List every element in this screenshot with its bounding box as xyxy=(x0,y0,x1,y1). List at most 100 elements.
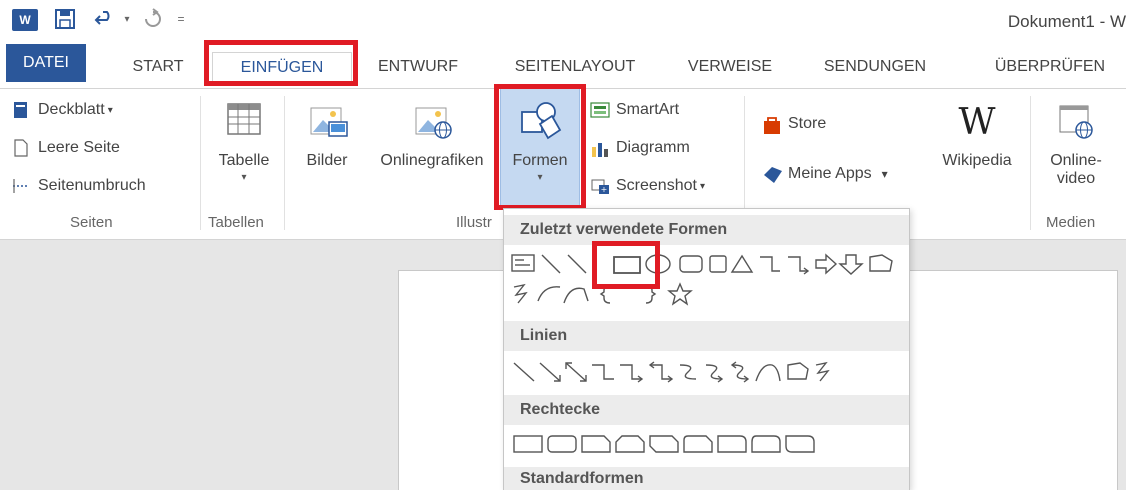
freeform-shape[interactable] xyxy=(787,362,809,380)
wikipedia-button[interactable]: W Wikipedia xyxy=(930,100,1024,170)
group-label-medien: Medien xyxy=(1046,214,1096,231)
online-video-icon xyxy=(1054,100,1098,144)
blank-page-icon xyxy=(12,139,32,157)
rectangle-shape-2[interactable] xyxy=(709,255,727,273)
title-bar: W ▾ = Dokument1 - W xyxy=(0,0,1126,42)
tabelle-dropdown-icon: ▾ xyxy=(241,172,247,183)
word-logo: W xyxy=(12,9,38,31)
store-icon xyxy=(762,115,782,134)
smartart-button[interactable]: SmartArt xyxy=(590,98,679,122)
group-label-illustrationen: Illustr xyxy=(456,214,492,231)
group-label-tabellen: Tabellen xyxy=(208,214,264,231)
leere-seite-label: Leere Seite xyxy=(38,139,120,156)
screenshot-label: Screenshot xyxy=(616,177,697,194)
curved-connector-shape[interactable] xyxy=(679,364,697,380)
tab-start[interactable]: START xyxy=(118,52,198,82)
store-button[interactable]: Store xyxy=(762,112,826,136)
diagramm-label: Diagramm xyxy=(616,139,690,156)
bilder-button[interactable]: Bilder xyxy=(294,100,360,170)
round-single-corner-rectangle-shape[interactable] xyxy=(717,435,747,453)
rectangle-shape[interactable] xyxy=(513,435,543,453)
my-apps-icon xyxy=(762,165,782,183)
lines-header: Linien xyxy=(504,321,909,351)
star-shape[interactable] xyxy=(667,282,693,306)
elbow-arrow-connector-shape[interactable] xyxy=(620,364,644,383)
group-separator xyxy=(200,96,201,230)
scribble-shape[interactable] xyxy=(513,283,528,304)
group-separator xyxy=(284,96,285,230)
diagramm-button[interactable]: Diagramm xyxy=(590,136,690,160)
round-diagonal-rectangle-shape[interactable] xyxy=(785,435,815,453)
down-arrow-shape[interactable] xyxy=(838,254,864,275)
meine-apps-button[interactable]: Meine Apps ▾ xyxy=(762,162,888,186)
undo-icon[interactable] xyxy=(92,6,118,32)
line-shape[interactable] xyxy=(513,362,535,382)
round-same-side-rectangle-shape[interactable] xyxy=(751,435,781,453)
store-label: Store xyxy=(788,115,827,132)
deckblatt-button[interactable]: Deckblatt ▾ xyxy=(12,98,113,122)
online-picture-icon xyxy=(410,100,454,144)
group-label-seiten: Seiten xyxy=(70,214,113,231)
page-break-icon xyxy=(12,177,32,195)
save-icon[interactable] xyxy=(52,6,78,32)
group-separator xyxy=(1030,96,1031,230)
arrow-shape[interactable] xyxy=(539,362,561,382)
highlight-formen xyxy=(494,84,586,210)
onlinevideo-button[interactable]: Online- video xyxy=(1036,100,1116,188)
triangle-shape[interactable] xyxy=(730,254,754,273)
leere-seite-button[interactable]: Leere Seite xyxy=(12,136,120,160)
shapes-dropdown: Zuletzt verwendete Formen Linien Rechtec… xyxy=(503,208,910,490)
curve-shape[interactable] xyxy=(563,287,589,304)
elbow-connector-shape[interactable] xyxy=(592,364,614,380)
curved-arrow-connector-shape[interactable] xyxy=(705,364,724,383)
double-arrow-shape[interactable] xyxy=(565,362,587,382)
meine-apps-dropdown-icon: ▾ xyxy=(881,167,888,181)
tab-entwurf[interactable]: ENTWURF xyxy=(368,52,468,82)
rectangles-header: Rechtecke xyxy=(504,395,909,425)
textbox-shape[interactable] xyxy=(511,254,535,272)
smartart-label: SmartArt xyxy=(616,101,680,118)
rounded-rectangle-shape[interactable] xyxy=(679,255,703,273)
right-arrow-shape[interactable] xyxy=(815,253,838,275)
snip-single-corner-rectangle-shape[interactable] xyxy=(581,435,611,453)
redo-icon[interactable] xyxy=(140,6,166,32)
screenshot-button[interactable]: + Screenshot ▾ xyxy=(590,174,705,198)
scribble-shape[interactable] xyxy=(815,361,830,382)
lines-shapes-row xyxy=(510,359,905,385)
deckblatt-label: Deckblatt xyxy=(38,101,105,118)
snip-diagonal-rectangle-shape[interactable] xyxy=(649,435,679,453)
onlinevideo-label-line1: Online- xyxy=(1050,152,1102,169)
basic-shapes-header: Standardformen xyxy=(504,467,909,490)
elbow-arrow-connector-shape[interactable] xyxy=(788,256,810,275)
arrow-line-shape[interactable] xyxy=(567,254,587,274)
customize-qat-icon[interactable]: = xyxy=(172,6,190,32)
screenshot-icon: + xyxy=(590,177,610,195)
line-shape[interactable] xyxy=(541,254,561,274)
arc-shape[interactable] xyxy=(537,286,561,302)
rectangle-shapes-row xyxy=(510,431,830,457)
tabelle-button[interactable]: Tabelle ▾ xyxy=(210,100,278,183)
tab-ueberpruefen[interactable]: ÜBERPRÜFEN xyxy=(980,52,1120,82)
onlinevideo-label-line2: video xyxy=(1056,170,1096,187)
tabelle-label: Tabelle xyxy=(218,152,270,169)
tab-seitenlayout[interactable]: SEITENLAYOUT xyxy=(500,52,650,82)
curve-shape[interactable] xyxy=(755,364,781,382)
cover-page-icon xyxy=(12,101,32,119)
seitenumbruch-button[interactable]: Seitenumbruch xyxy=(12,174,146,198)
curved-double-arrow-connector-shape[interactable] xyxy=(730,361,750,383)
snip-round-rectangle-shape[interactable] xyxy=(683,435,713,453)
onlinegrafiken-button[interactable]: Onlinegrafiken xyxy=(368,100,496,170)
rounded-rectangle-shape[interactable] xyxy=(547,435,577,453)
freeform-shape[interactable] xyxy=(869,254,893,272)
screenshot-dropdown-icon: ▾ xyxy=(699,180,705,192)
snip-same-side-rectangle-shape[interactable] xyxy=(615,435,645,453)
tab-verweise[interactable]: VERWEISE xyxy=(680,52,780,82)
bilder-label: Bilder xyxy=(306,152,348,169)
elbow-connector-shape[interactable] xyxy=(760,256,780,272)
highlight-einfuegen xyxy=(204,40,358,86)
seitenumbruch-label: Seitenumbruch xyxy=(38,177,146,194)
elbow-double-arrow-connector-shape[interactable] xyxy=(648,361,674,383)
undo-dropdown-icon[interactable]: ▾ xyxy=(120,6,134,32)
svg-text:+: + xyxy=(601,185,608,194)
tab-sendungen[interactable]: SENDUNGEN xyxy=(810,52,940,82)
